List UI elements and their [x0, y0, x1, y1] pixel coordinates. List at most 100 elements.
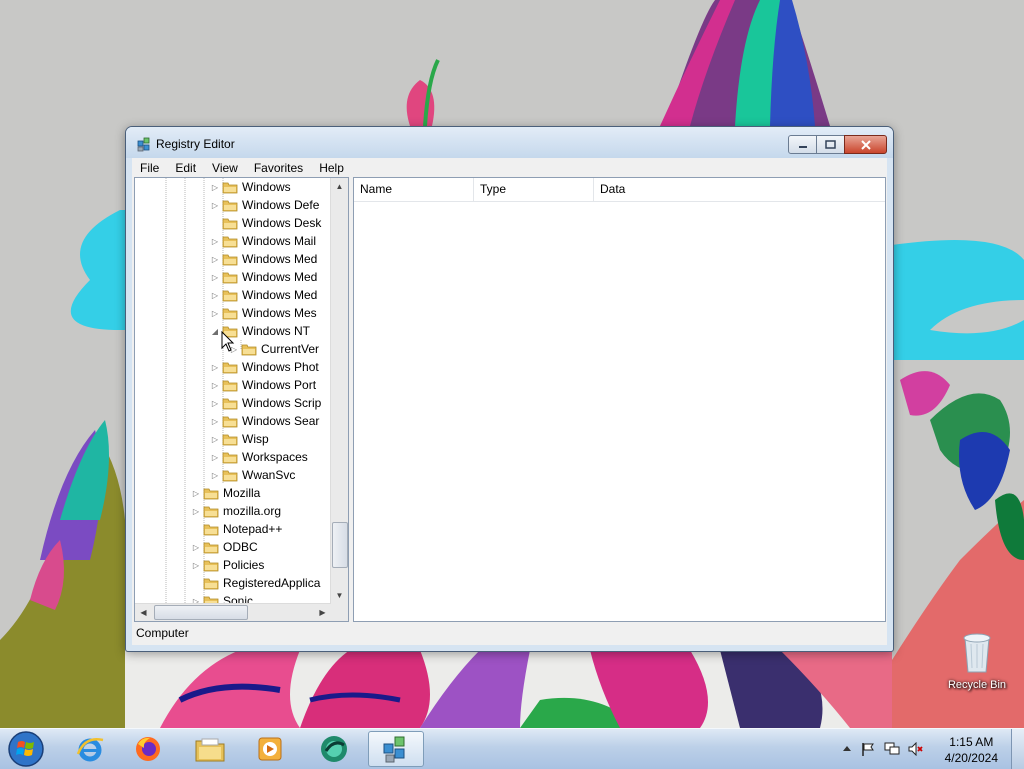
show-hidden-icons-chevron-icon[interactable]	[842, 744, 858, 758]
tree-item-label: Windows	[242, 180, 291, 194]
tree-item[interactable]: RegisteredApplica	[191, 574, 320, 592]
tree-item[interactable]: ▷ Windows Sear	[210, 412, 319, 430]
tree-expand-arrow-icon[interactable]: ▷	[210, 183, 220, 192]
tree-item[interactable]: ▷ Windows Mes	[210, 304, 317, 322]
action-center-flag-icon[interactable]	[860, 742, 876, 756]
system-clock[interactable]: 1:15 AM 4/20/2024	[945, 734, 998, 766]
column-header-type[interactable]: Type	[474, 178, 594, 201]
mouse-cursor-icon	[221, 331, 235, 352]
tree-item[interactable]: ▷ Windows Med	[210, 286, 317, 304]
tree-item[interactable]: ▷ Windows Scrip	[210, 394, 321, 412]
menu-help[interactable]: Help	[311, 161, 352, 175]
tree-item[interactable]: ▷ Windows Defe	[210, 196, 319, 214]
folder-icon	[222, 362, 238, 373]
internet-explorer-icon	[76, 738, 104, 762]
tree-item[interactable]: ▷ Workspaces	[210, 448, 308, 466]
minimize-button[interactable]	[788, 135, 817, 154]
tree-vertical-scrollbar[interactable]: ▲ ▼	[330, 178, 348, 604]
tree-expand-arrow-icon[interactable]: ▷	[210, 201, 220, 210]
tree-expand-arrow-icon[interactable]: ▷	[210, 237, 220, 246]
tree-item[interactable]: ▷ Windows Port	[210, 376, 316, 394]
tree-item[interactable]: ▷ CurrentVer	[229, 340, 319, 358]
tree-expanded-arrow-icon[interactable]: ◢	[210, 327, 220, 336]
scroll-down-arrow-icon[interactable]: ▼	[331, 587, 348, 604]
tree-item[interactable]: ▷ WwanSvc	[210, 466, 295, 484]
tree-expand-arrow-icon[interactable]: ▷	[210, 255, 220, 264]
taskbar-firefox[interactable]	[120, 731, 176, 767]
registry-editor-window: Registry Editor File Edit View Favorites…	[125, 126, 894, 652]
folder-icon	[222, 290, 238, 301]
column-header-name[interactable]: Name	[354, 178, 474, 201]
taskbar-webex[interactable]	[306, 731, 362, 767]
client-area: ▷ Windows ▷ Windows Defe Windows Desk ▷ Window…	[132, 177, 887, 645]
start-button-icon[interactable]	[6, 730, 46, 768]
network-icon[interactable]	[884, 742, 900, 756]
tree-expand-arrow-icon[interactable]: ▷	[191, 489, 201, 498]
file-explorer-icon	[195, 738, 225, 762]
tree-item[interactable]: Notepad++	[191, 520, 282, 538]
maximize-button[interactable]	[816, 135, 845, 154]
registry-editor-app-icon[interactable]	[136, 136, 152, 152]
taskbar-file-explorer[interactable]	[182, 731, 238, 767]
tree-item-label: WwanSvc	[242, 468, 296, 482]
vertical-scroll-thumb[interactable]	[332, 522, 348, 568]
recycle-bin-desktop-icon[interactable]: Recycle Bin	[940, 630, 1014, 691]
tree-expand-arrow-icon[interactable]: ▷	[210, 471, 220, 480]
tree-expand-arrow-icon[interactable]: ▷	[210, 453, 220, 462]
taskbar-registry-editor[interactable]	[368, 731, 424, 767]
show-desktop-button[interactable]	[1011, 729, 1024, 769]
tree-expand-arrow-icon[interactable]: ▷	[210, 399, 220, 408]
tree-expand-arrow-icon[interactable]: ▷	[210, 309, 220, 318]
tree-item[interactable]: ▷ Wisp	[210, 430, 269, 448]
volume-muted-icon[interactable]	[908, 742, 924, 756]
scroll-right-arrow-icon[interactable]: ▶	[314, 604, 331, 621]
taskbar-media-player[interactable]	[242, 731, 298, 767]
folder-icon	[203, 506, 219, 517]
tree-expand-arrow-icon[interactable]: ▷	[210, 273, 220, 282]
tree-expand-arrow-icon[interactable]: ▷	[210, 363, 220, 372]
tree-expand-arrow-icon[interactable]: ▷	[191, 507, 201, 516]
tree-item[interactable]: ▷ Windows Mail	[210, 232, 316, 250]
firefox-icon	[136, 737, 160, 761]
tree-expand-arrow-icon[interactable]: ▷	[210, 435, 220, 444]
tree-item[interactable]: ▷ Windows Med	[210, 250, 317, 268]
folder-icon	[222, 308, 238, 319]
tree-item[interactable]: ▷ ODBC	[191, 538, 258, 556]
webex-icon	[321, 736, 347, 762]
menu-view[interactable]: View	[204, 161, 246, 175]
folder-icon	[222, 236, 238, 247]
tree-item[interactable]: ▷ Windows	[210, 178, 291, 196]
column-header-data[interactable]: Data	[594, 178, 885, 201]
tree-horizontal-scrollbar[interactable]: ◀ ▶	[135, 603, 331, 621]
tree-expand-arrow-icon[interactable]: ▷	[210, 291, 220, 300]
caption-buttons	[788, 135, 887, 154]
scroll-up-arrow-icon[interactable]: ▲	[331, 178, 348, 195]
tree-item-label: CurrentVer	[261, 342, 320, 356]
tree-item[interactable]: ▷ Policies	[191, 556, 264, 574]
tree-item-label: mozilla.org	[223, 504, 282, 518]
title-bar[interactable]: Registry Editor	[126, 127, 893, 158]
tree-item[interactable]: Windows Desk	[210, 214, 321, 232]
tree-expand-arrow-icon[interactable]: ▷	[191, 543, 201, 552]
tree-item[interactable]: ▷ Windows Med	[210, 268, 317, 286]
menu-edit[interactable]: Edit	[167, 161, 204, 175]
folder-icon	[222, 416, 238, 427]
tree-item[interactable]: ▷ Mozilla	[191, 484, 260, 502]
horizontal-scroll-thumb[interactable]	[154, 605, 248, 620]
scroll-left-arrow-icon[interactable]: ◀	[135, 604, 152, 621]
folder-icon	[222, 398, 238, 409]
menu-file[interactable]: File	[132, 161, 167, 175]
tree-item-label: Windows Sear	[242, 414, 320, 428]
folder-icon	[222, 380, 238, 391]
close-button[interactable]	[844, 135, 887, 154]
tree-expand-arrow-icon[interactable]: ▷	[210, 381, 220, 390]
values-list-pane[interactable]: Name Type Data	[353, 177, 886, 622]
tree-item[interactable]: ▷ mozilla.org	[191, 502, 281, 520]
tree-expand-arrow-icon[interactable]: ▷	[210, 417, 220, 426]
tree-item[interactable]: ▷ Windows Phot	[210, 358, 319, 376]
taskbar-internet-explorer[interactable]	[62, 731, 118, 767]
tree-expand-arrow-icon[interactable]: ▷	[191, 561, 201, 570]
tree-view[interactable]: ▷ Windows ▷ Windows Defe Windows Desk ▷ Window…	[135, 178, 331, 604]
window-title: Registry Editor	[156, 137, 235, 151]
menu-favorites[interactable]: Favorites	[246, 161, 311, 175]
